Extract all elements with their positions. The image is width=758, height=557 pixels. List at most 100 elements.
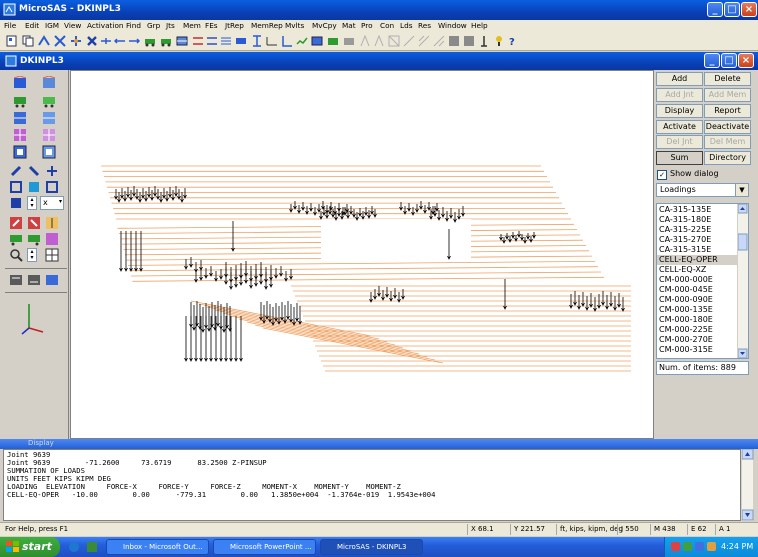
menu-lds[interactable]: Lds (400, 21, 413, 30)
zoom-icon[interactable] (9, 248, 23, 262)
directory-button[interactable]: Directory (704, 151, 751, 165)
task-powerpoint[interactable]: Microsoft PowerPoint ... (213, 539, 316, 555)
menu-jtrep[interactable]: JtRep (225, 21, 244, 30)
menu-fes[interactable]: FEs (205, 21, 218, 30)
task-microsas[interactable]: MicroSAS - DKINPL3 (320, 539, 423, 555)
support-icon[interactable] (13, 94, 27, 108)
node-icon[interactable] (38, 35, 50, 47)
start-button[interactable]: start (0, 537, 60, 557)
solid-icon[interactable] (13, 145, 27, 159)
menu-igm[interactable]: IGM (45, 21, 59, 30)
zoom-icon[interactable] (9, 196, 23, 210)
menu-con[interactable]: Con (380, 21, 394, 30)
structural-model-view[interactable] (71, 71, 655, 440)
model-canvas[interactable] (70, 70, 654, 439)
wall-icon[interactable] (373, 35, 385, 47)
scrollbar-arrows-icon[interactable] (737, 204, 748, 358)
quicklaunch-icon[interactable] (68, 541, 80, 553)
section-icon[interactable] (220, 35, 232, 47)
menu-window[interactable]: Window (438, 21, 467, 30)
add-button[interactable]: Add (656, 72, 703, 86)
new-icon[interactable] (6, 35, 18, 47)
add-joint-button[interactable]: Add Jnt (656, 88, 703, 102)
close-button[interactable]: × (741, 2, 757, 17)
menu-pro[interactable]: Pro (361, 21, 373, 30)
link-icon[interactable] (311, 35, 323, 47)
menu-view[interactable]: View (64, 21, 81, 30)
plate-icon[interactable] (281, 35, 293, 47)
report-button[interactable]: Report (704, 104, 751, 118)
list-item[interactable]: CA-315-315E (659, 245, 711, 255)
line-icon[interactable] (192, 35, 204, 47)
menu-help[interactable]: Help (471, 21, 488, 30)
tray-icon[interactable] (707, 542, 716, 551)
deactivate-button[interactable]: Deactivate (704, 120, 751, 134)
output-scrollbar[interactable] (741, 448, 754, 521)
list-item[interactable]: CM-000-225E (659, 325, 713, 335)
support-icon[interactable] (27, 232, 41, 246)
menu-mat[interactable]: Mat (342, 21, 356, 30)
help-icon[interactable]: ? (508, 35, 520, 47)
chevron-down-icon[interactable]: ▼ (735, 184, 748, 196)
axis-select[interactable]: x ▾ (40, 196, 64, 210)
node-icon[interactable] (9, 216, 23, 230)
menu-mvlts[interactable]: Mvlts (285, 21, 304, 30)
support-icon[interactable] (144, 35, 156, 47)
grid-icon[interactable] (418, 35, 430, 47)
grid-icon[interactable] (45, 248, 59, 262)
plate-icon[interactable] (13, 111, 27, 125)
line-icon[interactable] (206, 35, 218, 47)
filter-icon[interactable] (9, 273, 23, 287)
list-item[interactable]: CA-315-135E (659, 205, 711, 215)
menu-mvcpy[interactable]: MvCpy (312, 21, 337, 30)
list-item[interactable]: CM-000-135E (659, 305, 713, 315)
filter-icon[interactable] (27, 273, 41, 287)
zoom-spinner[interactable]: ▴ ▾ (27, 248, 37, 262)
truss-icon[interactable] (128, 35, 140, 47)
tray-icon[interactable] (683, 542, 692, 551)
pin-icon[interactable] (478, 35, 490, 47)
scrollbar-arrows-icon[interactable] (741, 448, 754, 521)
display-button[interactable]: Display (656, 104, 703, 118)
spring-icon[interactable] (327, 35, 339, 47)
beam-icon[interactable] (176, 35, 188, 47)
arrow-right-icon[interactable] (114, 35, 126, 47)
list-item[interactable]: CM-000-000E (659, 275, 713, 285)
list-item[interactable]: CM-000-180E (659, 315, 713, 325)
delete-button[interactable]: Delete (704, 72, 751, 86)
loadings-list[interactable]: CA-315-135E CA-315-180E CA-315-225E CA-3… (656, 203, 749, 359)
wall-icon[interactable] (251, 35, 263, 47)
solid-icon[interactable] (463, 35, 475, 47)
list-item[interactable]: CA-315-180E (659, 215, 711, 225)
list-item[interactable]: CELL-EQ-XZ (659, 265, 706, 275)
menu-res[interactable]: Res (418, 21, 431, 30)
support-icon[interactable] (42, 94, 56, 108)
node-icon[interactable] (27, 216, 41, 230)
mesh-icon[interactable] (13, 128, 27, 142)
list-item[interactable]: CA-315-270E (659, 235, 711, 245)
tray-icon[interactable] (671, 542, 680, 551)
add-member-button[interactable]: Add Mem (704, 88, 751, 102)
move-icon[interactable] (86, 35, 98, 47)
rotate-icon[interactable] (9, 164, 23, 178)
pan-icon[interactable] (45, 180, 59, 194)
mesh-icon[interactable] (42, 128, 56, 142)
member-icon[interactable] (54, 35, 66, 47)
child-minimize-button[interactable]: _ (704, 53, 720, 68)
menu-find[interactable]: Find (126, 21, 141, 30)
solid-icon[interactable] (296, 35, 308, 47)
rotate-icon[interactable] (27, 164, 41, 178)
mesh-icon[interactable] (359, 35, 371, 47)
solid-icon[interactable] (42, 145, 56, 159)
axis-icon[interactable] (70, 35, 82, 47)
load-icon[interactable] (388, 35, 400, 47)
support-icon[interactable] (9, 232, 23, 246)
frame-icon[interactable] (160, 35, 172, 47)
menu-activation[interactable]: Activation (87, 21, 124, 30)
filter-icon[interactable] (45, 273, 59, 287)
tray-icon[interactable] (695, 542, 704, 551)
pan-icon[interactable] (27, 180, 41, 194)
menu-file[interactable]: File (4, 21, 16, 30)
menu-grp[interactable]: Grp (147, 21, 160, 30)
menu-memrep[interactable]: MemRep (251, 21, 283, 30)
